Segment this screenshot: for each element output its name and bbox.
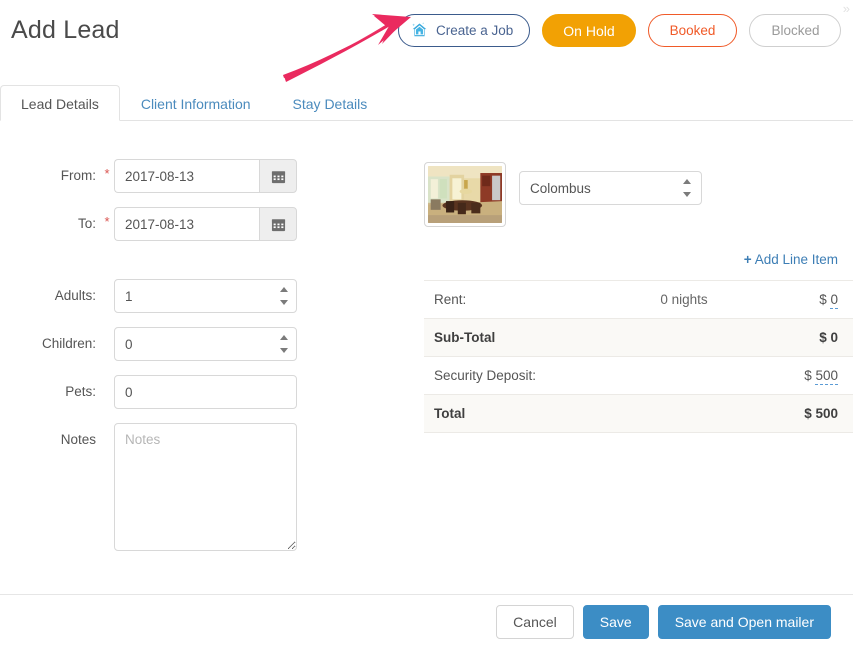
property-thumbnail[interactable] — [424, 162, 506, 227]
cancel-button[interactable]: Cancel — [496, 604, 574, 639]
price-row-amount: $ 500 — [739, 357, 853, 395]
property-select[interactable]: Colombus — [519, 171, 702, 205]
field-row-adults: Adults: — [0, 279, 330, 313]
stepper-up-icon[interactable] — [280, 335, 288, 340]
field-row-pets: Pets: — [0, 375, 330, 409]
stepper-up-icon[interactable] — [683, 179, 691, 184]
tab-stay-details[interactable]: Stay Details — [272, 85, 389, 121]
save-button[interactable]: Save — [582, 604, 649, 639]
notes-required-spacer — [100, 423, 114, 430]
tab-client-information[interactable]: Client Information — [120, 85, 272, 121]
tab-lead-details[interactable]: Lead Details — [0, 85, 120, 121]
price-row-label: Security Deposit: — [434, 368, 537, 383]
adults-label: Adults: — [54, 288, 96, 303]
price-row-amount: $ 0 — [739, 319, 853, 357]
currency-symbol: $ — [819, 330, 827, 345]
property-select-value: Colombus — [530, 180, 591, 196]
subtotal-amount: 0 — [830, 330, 838, 345]
table-row: Rent: 0 nights $ 0 — [424, 280, 853, 319]
create-a-job-button[interactable]: Create a Job — [398, 14, 531, 47]
to-date-input[interactable] — [114, 207, 259, 241]
pets-required-spacer — [100, 375, 114, 382]
adults-required-spacer — [100, 279, 114, 286]
plus-icon: + — [743, 252, 752, 267]
status-on-hold-button[interactable]: On Hold — [542, 14, 636, 47]
adults-stepper[interactable] — [280, 287, 289, 305]
pets-input[interactable] — [114, 375, 297, 409]
to-calendar-icon[interactable] — [259, 207, 297, 241]
table-row: Total $ 500 — [424, 394, 853, 433]
property-interior-photo — [428, 166, 502, 223]
create-a-job-label: Create a Job — [436, 23, 514, 38]
notes-textarea[interactable] — [114, 423, 297, 551]
from-required-marker: * — [104, 166, 110, 181]
stepper-down-icon[interactable] — [683, 192, 691, 197]
property-select-wrap: Colombus — [519, 171, 702, 205]
add-line-item-row: + Add Line Item — [424, 251, 853, 269]
save-and-open-mailer-button[interactable]: Save and Open mailer — [657, 604, 831, 639]
table-row: Sub-Total $ 0 — [424, 318, 853, 357]
price-row-nights — [629, 357, 739, 395]
rent-amount-editable[interactable]: 0 — [830, 292, 838, 309]
from-date-input[interactable] — [114, 159, 259, 193]
children-label: Children: — [41, 336, 96, 351]
currency-symbol: $ — [804, 406, 812, 421]
property-select-stepper[interactable] — [683, 179, 692, 197]
tab-bar: Lead Details Client Information Stay Det… — [0, 76, 853, 121]
status-blocked-button[interactable]: Blocked — [749, 14, 842, 47]
pricing-table: Rent: 0 nights $ 0 Sub-Total $ 0 Securit… — [424, 280, 853, 433]
price-row-amount: $ 500 — [739, 395, 853, 433]
from-calendar-icon[interactable] — [259, 159, 297, 193]
children-required-spacer — [100, 327, 114, 334]
collapse-chevron-icon[interactable]: » — [843, 2, 850, 15]
page-header: Add Lead Create a Job On Hold Booked Blo… — [0, 0, 853, 76]
children-stepper[interactable] — [280, 335, 289, 353]
field-row-to: To: * — [0, 207, 330, 241]
status-booked-button[interactable]: Booked — [647, 14, 738, 47]
currency-symbol: $ — [819, 292, 827, 307]
field-row-from: From: * — [0, 159, 330, 193]
field-row-notes: Notes — [0, 423, 330, 556]
form-footer-actions: Cancel Save Save and Open mailer — [0, 594, 853, 648]
children-input[interactable] — [114, 327, 297, 361]
to-required-marker: * — [104, 214, 110, 229]
currency-symbol: $ — [804, 368, 812, 383]
to-label: To: — [77, 216, 96, 231]
price-row-amount: $ 0 — [739, 281, 853, 319]
page-title: Add Lead — [11, 16, 120, 44]
field-row-children: Children: — [0, 327, 330, 361]
price-row-nights — [629, 319, 739, 357]
price-row-label: Total — [434, 406, 466, 421]
stepper-down-icon[interactable] — [280, 348, 288, 353]
from-label: From: — [60, 168, 96, 183]
pets-label: Pets: — [65, 384, 96, 399]
security-deposit-amount-editable[interactable]: 500 — [815, 368, 838, 385]
price-row-label: Rent: — [434, 292, 467, 307]
stay-summary-panel: Colombus +Add Line Item Rent: 0 nights — [424, 121, 853, 433]
tab-panel-lead-details: From: * 2017-08-13 To: * 2017-08-13 Adul… — [0, 121, 853, 594]
stepper-down-icon[interactable] — [280, 300, 288, 305]
price-row-label: Sub-Total — [434, 330, 496, 345]
notes-label: Notes — [60, 432, 96, 447]
add-line-item-link[interactable]: + Add Line Item — [744, 252, 838, 267]
price-row-nights — [629, 395, 739, 433]
total-amount: 500 — [815, 406, 838, 421]
price-row-nights: 0 nights — [660, 292, 708, 307]
add-line-item-label: Add Line Item — [754, 252, 838, 267]
adults-input[interactable] — [114, 279, 297, 313]
property-selector-row: Colombus — [424, 151, 853, 227]
house-sparkle-icon — [410, 21, 429, 40]
stepper-up-icon[interactable] — [280, 287, 288, 292]
lead-details-form: From: * 2017-08-13 To: * 2017-08-13 Adul… — [0, 121, 330, 570]
header-action-buttons: Create a Job On Hold Booked Blocked — [398, 14, 842, 47]
table-row: Security Deposit: $ 500 — [424, 356, 853, 395]
